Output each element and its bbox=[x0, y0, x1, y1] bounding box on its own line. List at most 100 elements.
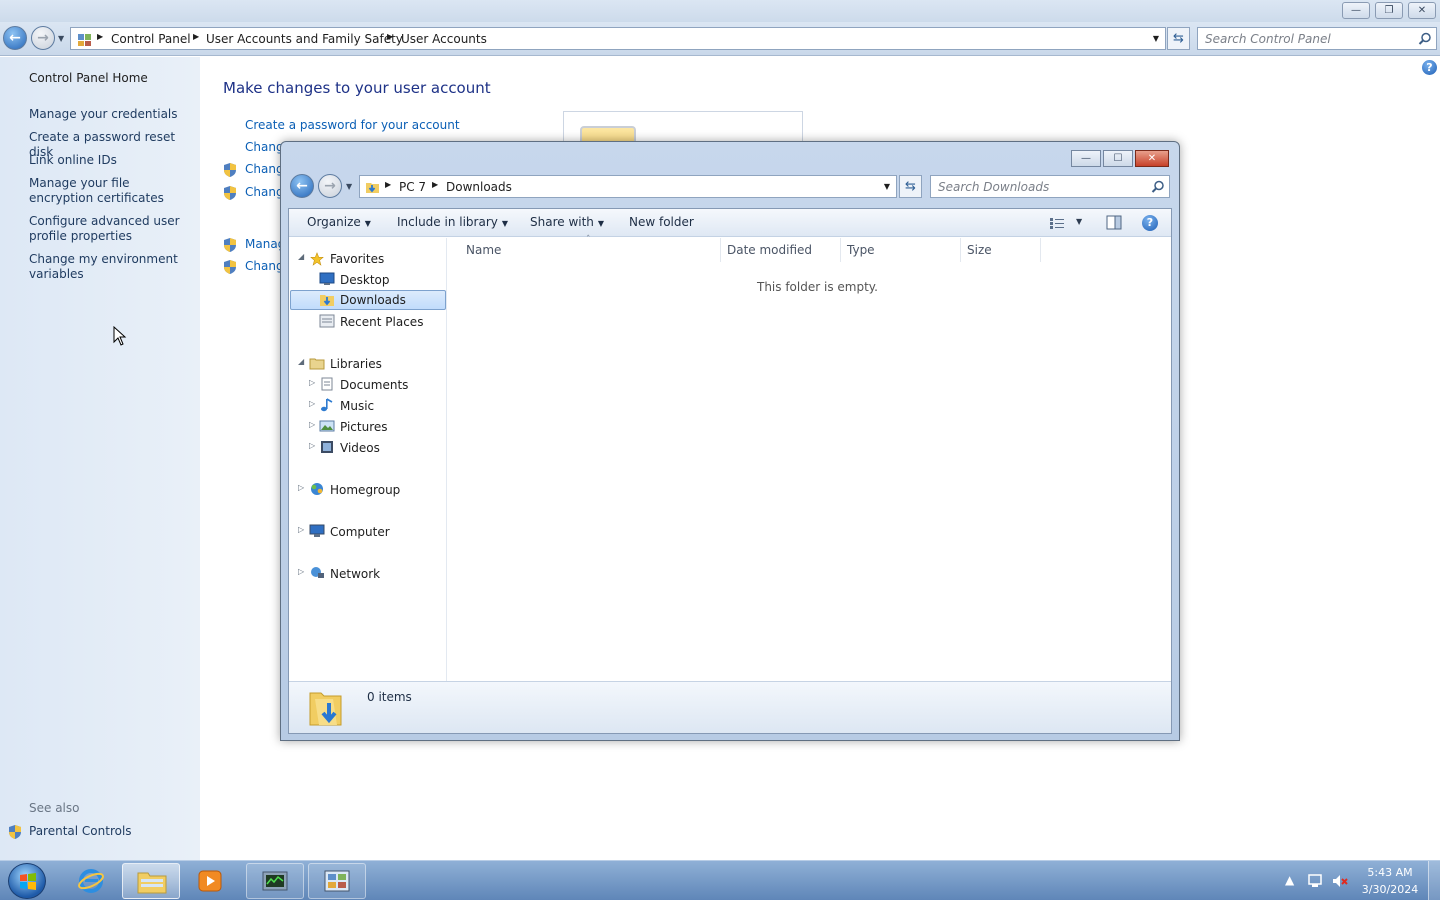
file-encryption-certificates-link[interactable]: Manage your file encryption certificates bbox=[29, 176, 194, 206]
breadcrumb-user-accounts-family-safety[interactable]: User Accounts and Family Safety bbox=[206, 32, 403, 46]
search-downloads-input[interactable]: Search Downloads bbox=[930, 175, 1170, 198]
show-hidden-icons-icon[interactable]: ▲ bbox=[1285, 873, 1294, 887]
empty-folder-message: This folder is empty. bbox=[757, 280, 878, 294]
explorer-close-button[interactable]: ✕ bbox=[1135, 150, 1169, 167]
tree-homegroup[interactable]: Homegroup bbox=[330, 480, 400, 500]
breadcrumb-control-panel[interactable]: Control Panel bbox=[111, 32, 191, 46]
explorer-help-button[interactable]: ? bbox=[1142, 215, 1158, 231]
recent-pages-dropdown[interactable]: ▼ bbox=[58, 34, 64, 43]
address-dropdown-icon[interactable]: ▼ bbox=[884, 182, 890, 191]
tree-recent-places[interactable]: Recent Places bbox=[340, 312, 423, 332]
environment-variables-link[interactable]: Change my environment variables bbox=[29, 252, 194, 282]
taskbar-task-manager[interactable] bbox=[246, 863, 304, 899]
music-icon bbox=[321, 398, 333, 412]
include-in-library-menu[interactable]: Include in library ▼ bbox=[397, 215, 508, 229]
search-placeholder: Search Control Panel bbox=[1205, 32, 1331, 46]
tree-network[interactable]: Network bbox=[330, 564, 380, 584]
tree-downloads-selected[interactable]: Downloads bbox=[290, 290, 446, 310]
close-button[interactable]: ✕ bbox=[1408, 2, 1436, 19]
taskbar-windows-explorer[interactable] bbox=[122, 863, 180, 899]
tree-desktop[interactable]: Desktop bbox=[340, 270, 390, 290]
column-date-modified[interactable]: Date modified bbox=[727, 243, 812, 257]
explorer-recent-dropdown[interactable]: ▼ bbox=[346, 182, 352, 191]
restore-button[interactable]: ❐ bbox=[1375, 2, 1403, 19]
explorer-forward-button[interactable]: → bbox=[318, 174, 342, 198]
minimize-button[interactable]: — bbox=[1342, 2, 1370, 19]
column-divider[interactable] bbox=[960, 238, 961, 262]
explorer-back-button[interactable]: ← bbox=[290, 174, 314, 198]
homegroup-icon bbox=[311, 483, 323, 495]
explorer-maximize-button[interactable]: ☐ bbox=[1103, 150, 1133, 167]
column-divider[interactable] bbox=[720, 238, 721, 262]
breadcrumb-pc7[interactable]: PC 7 bbox=[399, 180, 426, 194]
forward-button[interactable]: → bbox=[31, 26, 55, 50]
expand-arrow-icon[interactable]: ▷ bbox=[309, 441, 315, 450]
task-link[interactable]: Chang bbox=[245, 259, 284, 273]
volume-muted-icon[interactable] bbox=[1331, 873, 1349, 889]
breadcrumb-separator: ▶ bbox=[385, 180, 392, 189]
tree-computer[interactable]: Computer bbox=[330, 522, 390, 542]
new-folder-button[interactable]: New folder bbox=[629, 215, 694, 229]
tree-pictures[interactable]: Pictures bbox=[340, 417, 388, 437]
expand-arrow-icon[interactable]: ▷ bbox=[309, 399, 315, 408]
column-divider[interactable] bbox=[1040, 238, 1041, 262]
explorer-address-bar[interactable]: ▶ PC 7 ▶ Downloads ▼ bbox=[359, 175, 897, 198]
folder-icon bbox=[137, 872, 167, 894]
collapse-arrow-icon[interactable]: ◢ bbox=[298, 357, 304, 366]
breadcrumb-downloads[interactable]: Downloads bbox=[446, 180, 512, 194]
refresh-button[interactable]: ⇆ bbox=[1167, 27, 1190, 50]
explorer-refresh-button[interactable]: ⇆ bbox=[899, 175, 922, 198]
clock-date[interactable]: 3/30/2024 bbox=[1360, 883, 1420, 896]
control-panel-icon bbox=[324, 870, 350, 892]
explorer-minimize-button[interactable]: — bbox=[1071, 150, 1101, 167]
preview-pane-icon[interactable] bbox=[1106, 215, 1122, 230]
expand-arrow-icon[interactable]: ▷ bbox=[298, 525, 304, 534]
parental-controls-link[interactable]: Parental Controls bbox=[29, 824, 194, 839]
tree-favorites[interactable]: Favorites bbox=[330, 249, 384, 269]
expand-arrow-icon[interactable]: ▷ bbox=[298, 567, 304, 576]
task-link[interactable]: Chang bbox=[245, 185, 284, 199]
expand-arrow-icon[interactable]: ▷ bbox=[309, 420, 315, 429]
show-desktop-button[interactable] bbox=[1428, 861, 1440, 900]
create-password-link[interactable]: Create a password for your account bbox=[245, 118, 460, 132]
tree-documents[interactable]: Documents bbox=[340, 375, 408, 395]
view-options-dropdown[interactable]: ▼ bbox=[1076, 217, 1082, 226]
manage-credentials-link[interactable]: Manage your credentials bbox=[29, 107, 194, 122]
column-name[interactable]: Name bbox=[466, 243, 501, 257]
address-dropdown-icon[interactable]: ▼ bbox=[1153, 34, 1159, 43]
expand-arrow-icon[interactable]: ▷ bbox=[309, 378, 315, 387]
address-bar[interactable]: ▶ Control Panel ▶ User Accounts and Fami… bbox=[70, 27, 1166, 50]
control-panel-address-row: ← → ▼ ▶ Control Panel ▶ User Accounts an… bbox=[0, 22, 1440, 56]
start-button[interactable] bbox=[8, 863, 46, 899]
taskbar-media-player[interactable] bbox=[182, 863, 240, 899]
advanced-profile-properties-link[interactable]: Configure advanced user profile properti… bbox=[29, 214, 194, 244]
shield-icon bbox=[224, 260, 236, 274]
search-placeholder: Search Downloads bbox=[938, 180, 1050, 194]
back-button[interactable]: ← bbox=[3, 26, 27, 50]
task-link[interactable]: Chang bbox=[245, 162, 284, 176]
taskbar-control-panel[interactable] bbox=[308, 863, 366, 899]
network-status-icon[interactable] bbox=[1307, 873, 1323, 889]
clock-time[interactable]: 5:43 AM bbox=[1360, 866, 1420, 879]
tree-music[interactable]: Music bbox=[340, 396, 374, 416]
organize-menu[interactable]: Organize ▼ bbox=[307, 215, 371, 229]
help-button[interactable]: ? bbox=[1422, 60, 1437, 75]
breadcrumb-user-accounts[interactable]: User Accounts bbox=[401, 32, 487, 46]
tree-libraries[interactable]: Libraries bbox=[330, 354, 382, 374]
link-online-ids-link[interactable]: Link online IDs bbox=[29, 153, 194, 168]
control-panel-titlebar: — ❐ ✕ bbox=[0, 0, 1440, 22]
help-icon: ? bbox=[1146, 216, 1154, 229]
tree-videos[interactable]: Videos bbox=[340, 438, 380, 458]
control-panel-home-link[interactable]: Control Panel Home bbox=[29, 71, 194, 86]
change-view-icon[interactable] bbox=[1049, 216, 1065, 230]
expand-arrow-icon[interactable]: ▷ bbox=[298, 483, 304, 492]
collapse-arrow-icon[interactable]: ◢ bbox=[298, 252, 304, 261]
taskbar-internet-explorer[interactable] bbox=[62, 863, 120, 899]
share-with-menu[interactable]: Share with ▼ bbox=[530, 215, 604, 229]
task-link[interactable]: Chang bbox=[245, 140, 284, 154]
column-type[interactable]: Type bbox=[847, 243, 875, 257]
column-size[interactable]: Size bbox=[967, 243, 992, 257]
search-control-panel-input[interactable]: Search Control Panel bbox=[1197, 27, 1437, 50]
column-divider[interactable] bbox=[840, 238, 841, 262]
breadcrumb-separator: ▶ bbox=[97, 32, 104, 41]
